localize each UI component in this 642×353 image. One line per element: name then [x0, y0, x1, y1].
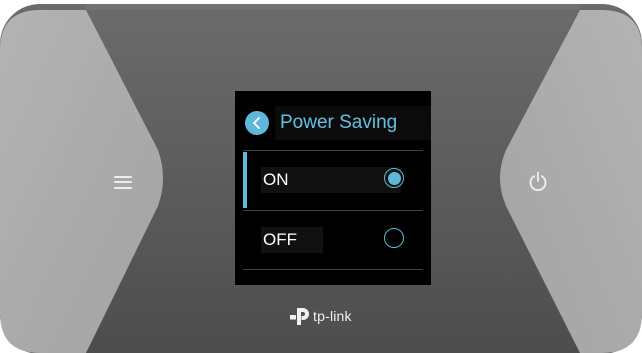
radio-on[interactable]	[384, 168, 404, 188]
brand-name: tp-link	[313, 308, 352, 324]
radio-off[interactable]	[384, 228, 404, 248]
selection-indicator	[243, 152, 247, 208]
brand-logo: tp-link	[289, 305, 352, 327]
divider	[243, 269, 423, 270]
back-button[interactable]	[245, 111, 269, 135]
divider	[243, 150, 423, 151]
screen-title: Power Saving	[280, 112, 398, 133]
power-button[interactable]	[515, 156, 561, 208]
router-device: Power Saving ON OFF tp-link	[0, 0, 642, 353]
option-off[interactable]: OFF	[243, 212, 423, 268]
screen-header: Power Saving	[245, 105, 431, 141]
menu-button[interactable]	[101, 156, 145, 208]
divider	[243, 210, 423, 211]
chevron-left-icon	[253, 117, 260, 129]
option-label: OFF	[263, 230, 297, 249]
radio-selected-dot	[387, 171, 401, 185]
option-on[interactable]: ON	[243, 152, 423, 208]
device-screen: Power Saving ON OFF	[235, 91, 431, 285]
tp-link-logo-icon	[290, 308, 309, 325]
power-icon	[529, 171, 547, 192]
option-label: ON	[263, 170, 289, 189]
hamburger-menu-icon	[114, 175, 132, 189]
